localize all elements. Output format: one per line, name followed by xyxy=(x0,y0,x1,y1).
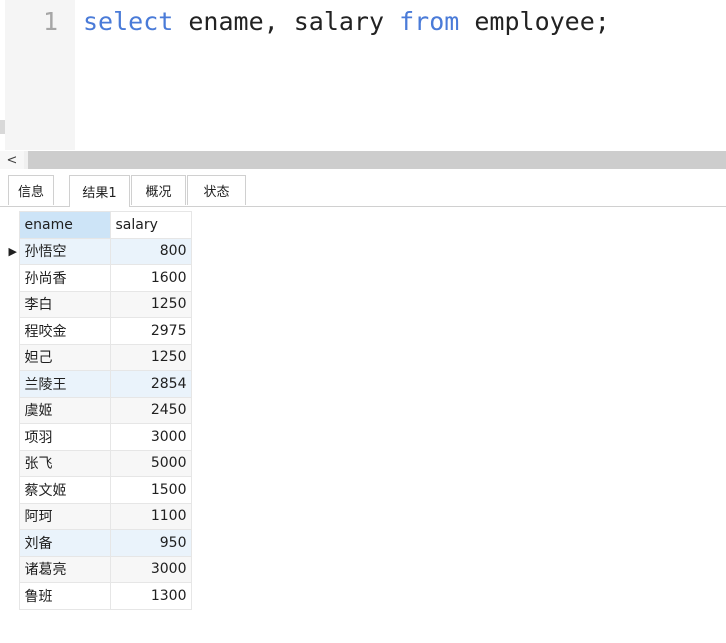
cell-ename[interactable]: 程咬金 xyxy=(18,317,111,345)
cell-ename[interactable]: 李白 xyxy=(18,290,111,318)
table-row[interactable]: 刘备 950 xyxy=(7,529,192,557)
keyword-select: select xyxy=(83,7,174,36)
cell-salary[interactable]: 2854 xyxy=(109,370,192,398)
cell-salary[interactable]: 1600 xyxy=(109,264,192,292)
table-row[interactable]: 程咬金 2975 xyxy=(7,317,192,345)
row-indicator xyxy=(7,529,19,556)
line-number-gutter xyxy=(5,0,75,150)
code-table: employee; xyxy=(459,7,610,36)
cell-ename[interactable]: 项羽 xyxy=(18,423,111,451)
row-indicator xyxy=(7,476,19,503)
result-tabbar: 信息 结果1 概况 状态 xyxy=(0,175,726,207)
cell-ename[interactable]: 张飞 xyxy=(18,449,111,477)
table-row[interactable]: 蔡文姬 1500 xyxy=(7,476,192,504)
table-row[interactable]: 虞姬 2450 xyxy=(7,396,192,424)
cell-ename[interactable]: 阿珂 xyxy=(18,502,111,530)
scrollbar-thumb[interactable] xyxy=(28,151,726,169)
row-indicator xyxy=(7,264,19,291)
cell-ename[interactable]: 诸葛亮 xyxy=(18,555,111,583)
row-indicator xyxy=(7,582,19,609)
line-number: 1 xyxy=(43,7,59,36)
cell-ename[interactable]: 鲁班 xyxy=(18,582,111,610)
row-indicator xyxy=(7,370,19,397)
table-row[interactable]: 兰陵王 2854 xyxy=(7,370,192,398)
cell-salary[interactable]: 800 xyxy=(109,237,192,265)
header-row: ename salary xyxy=(7,211,192,239)
cell-salary[interactable]: 1300 xyxy=(109,582,192,610)
cell-salary[interactable]: 3000 xyxy=(109,423,192,451)
row-indicator-header xyxy=(7,211,19,238)
cell-salary[interactable]: 1500 xyxy=(109,476,192,504)
cell-salary[interactable]: 950 xyxy=(109,529,192,557)
table-row[interactable]: 阿珂 1100 xyxy=(7,502,192,530)
table-row[interactable]: 李白 1250 xyxy=(7,290,192,318)
cell-ename[interactable]: 妲己 xyxy=(18,343,111,371)
table-row[interactable]: 诸葛亮 3000 xyxy=(7,555,192,583)
column-header-salary[interactable]: salary xyxy=(109,211,192,239)
table-row[interactable]: 孙尚香 1600 xyxy=(7,264,192,292)
column-header-ename[interactable]: ename xyxy=(18,211,111,239)
row-indicator xyxy=(7,503,19,530)
row-indicator xyxy=(7,291,19,318)
scroll-left-arrow-icon[interactable]: < xyxy=(0,151,24,169)
cell-salary[interactable]: 2975 xyxy=(109,317,192,345)
horizontal-scrollbar[interactable]: < xyxy=(0,151,726,169)
table-row[interactable]: 鲁班 1300 xyxy=(7,582,192,610)
sql-editor[interactable]: 1 select ename, salary from employee; xyxy=(0,0,726,150)
cell-salary[interactable]: 1250 xyxy=(109,343,192,371)
code-line[interactable]: select ename, salary from employee; xyxy=(83,6,610,38)
tab-status[interactable]: 状态 xyxy=(187,175,246,205)
cell-salary[interactable]: 2450 xyxy=(109,396,192,424)
cell-salary[interactable]: 1100 xyxy=(109,502,192,530)
table-row[interactable]: ▶ 孙悟空 800 xyxy=(7,237,192,265)
row-indicator xyxy=(7,423,19,450)
keyword-from: from xyxy=(399,7,460,36)
table-row[interactable]: 妲己 1250 xyxy=(7,343,192,371)
row-indicator xyxy=(7,556,19,583)
cell-ename[interactable]: 孙悟空 xyxy=(18,237,111,265)
tab-info[interactable]: 信息 xyxy=(8,175,54,205)
cell-ename[interactable]: 兰陵王 xyxy=(18,370,111,398)
row-indicator xyxy=(7,317,19,344)
tab-result1[interactable]: 结果1 xyxy=(69,175,130,207)
table-row[interactable]: 项羽 3000 xyxy=(7,423,192,451)
result-grid[interactable]: ename salary ▶ 孙悟空 800 孙尚香 1600 李白 1250 xyxy=(7,211,192,610)
result-table: ename salary ▶ 孙悟空 800 孙尚香 1600 李白 1250 xyxy=(7,211,192,610)
cell-salary[interactable]: 5000 xyxy=(109,449,192,477)
row-indicator xyxy=(7,450,19,477)
current-row-arrow-icon: ▶ xyxy=(7,238,19,265)
table-row[interactable]: 张飞 5000 xyxy=(7,449,192,477)
cell-salary[interactable]: 1250 xyxy=(109,290,192,318)
cell-salary[interactable]: 3000 xyxy=(109,555,192,583)
row-indicator xyxy=(7,397,19,424)
cell-ename[interactable]: 蔡文姬 xyxy=(18,476,111,504)
cell-ename[interactable]: 虞姬 xyxy=(18,396,111,424)
editor-left-marker xyxy=(0,120,5,134)
cell-ename[interactable]: 刘备 xyxy=(18,529,111,557)
tab-profile[interactable]: 概况 xyxy=(131,175,186,205)
cell-ename[interactable]: 孙尚香 xyxy=(18,264,111,292)
row-indicator xyxy=(7,344,19,371)
code-columns: ename, salary xyxy=(173,7,400,36)
